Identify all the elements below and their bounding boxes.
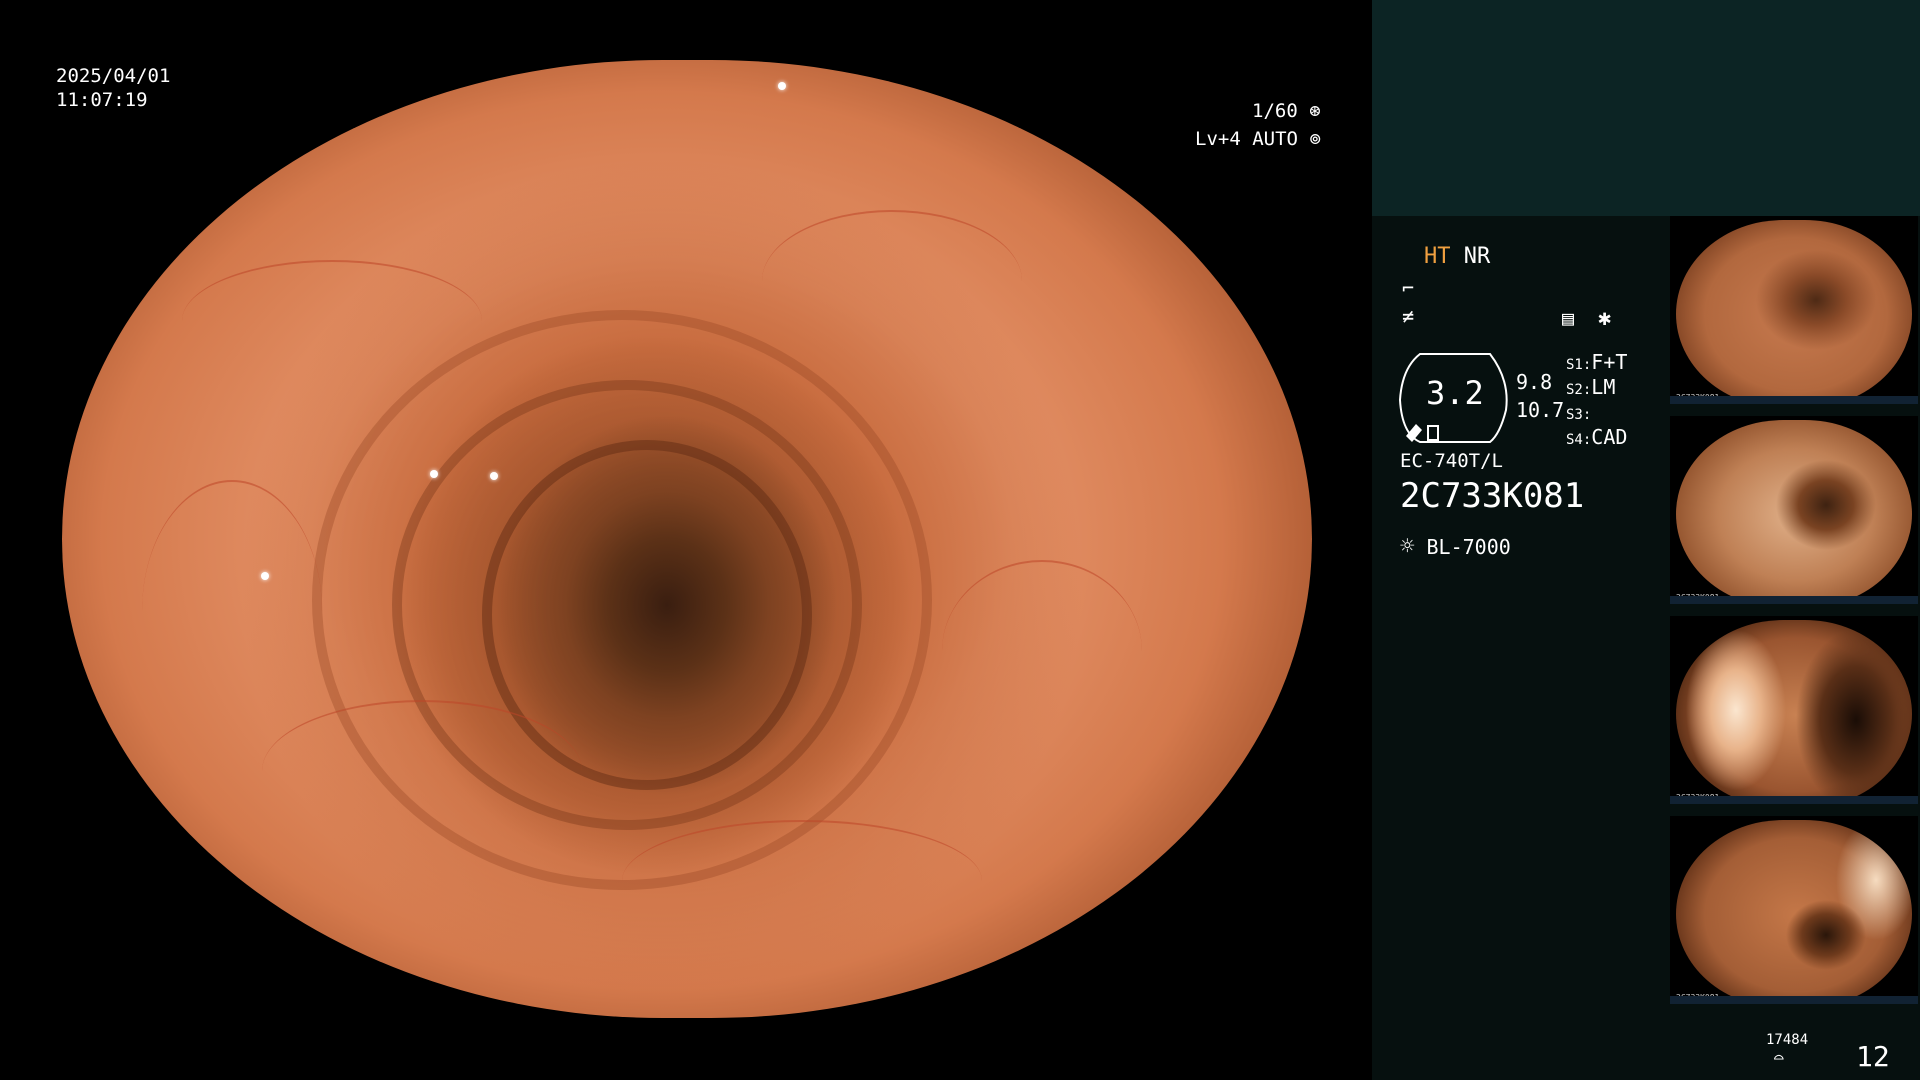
light-reflection [778,82,786,90]
switch-key: S2: [1566,382,1592,398]
light-reflection [490,472,498,480]
thumbnail-image [1676,620,1912,804]
value-2: 10.7 [1516,398,1565,422]
thumbnail-4[interactable]: 2C733K081 [1670,816,1918,1004]
light-reflection [430,470,438,478]
scope-serial: 2C733K081 [1400,476,1585,516]
shutter-value: 1/60 [1252,100,1298,122]
mode-value: AUTO [1252,128,1298,150]
storage-count: 17484 [1766,1032,1809,1048]
dial-value: 3.2 [1426,374,1484,412]
endoscopic-image [62,60,1312,1018]
thumbnail-3[interactable]: 2C733K081 [1670,616,1918,804]
thumbnail-image [1676,820,1912,1004]
light-reflection [261,572,269,580]
date-label: 2025/04/01 [56,65,171,87]
thumbnail-2[interactable]: 2C733K081 [1670,416,1918,604]
light-source: ☼ BL-7000 [1400,532,1511,560]
scope-model: EC-740T/L [1400,450,1503,472]
switch-value: LM [1591,375,1616,399]
value-1: 9.8 [1516,370,1553,394]
shutter-label: 1/60 ⊛ [1252,99,1321,123]
side-panel-header [1372,0,1920,216]
iris-icon: ⊚ [1309,128,1321,150]
switch-key: S3: [1566,407,1592,423]
nr-label: NR [1463,244,1491,269]
switch-s2: S2:LM [1566,375,1627,400]
frame-count: 12 [1856,1040,1890,1073]
ht-label: HT [1424,244,1451,269]
thumbnail-footer [1670,996,1918,1004]
switch-list: S1:F+T S2:LM S3: S4:CAD [1566,350,1627,450]
thumbnail-footer [1670,796,1918,804]
thumbnail-image [1676,420,1912,604]
thumbnail-1[interactable]: 2C733K081 [1670,216,1918,404]
vessel [182,260,482,382]
thumbnail-footer [1670,396,1918,404]
structure-icon: ⌐ [1402,276,1415,300]
thumbnail-footer [1670,596,1918,604]
side-panel: HT NR ⌐ ≠ ▤ ✱ 3.2 9.8 10.7 S1:F+T S2:LM … [1372,0,1920,1080]
vessel [622,820,982,942]
level-value: Lv+4 [1195,128,1241,150]
asterisk-icon: ✱ [1598,306,1612,331]
capture-thumbnails: 2C733K081 2C733K081 2C733K081 2C733K081 [1670,216,1920,1016]
switch-s1: S1:F+T [1566,350,1627,375]
vessel [942,560,1142,742]
endoscope-view: 2025/04/01 11:07:19 1/60 ⊛ Lv+4 AUTO ⊚ [0,0,1372,1080]
vessel [762,210,1022,352]
light-source-model: BL-7000 [1426,535,1511,559]
lamp-icon: ☼ [1400,532,1415,560]
switch-key: S1: [1566,357,1592,373]
storage-icon: ⌓ [1774,1048,1784,1067]
contrast-icon: ≠ [1402,304,1415,328]
enhancement-status: HT NR [1424,244,1490,269]
shutter-icon: ⊛ [1309,100,1321,122]
vessel [142,480,322,742]
thumbnail-image [1676,220,1912,404]
menu-icon: ▤ [1562,306,1575,330]
switch-s3: S3: [1566,400,1627,425]
switch-value: CAD [1591,425,1628,449]
time-label: 11:07:19 [56,89,148,111]
switch-key: S4: [1566,432,1592,448]
vessel [262,700,582,842]
exposure-label: Lv+4 AUTO ⊚ [1195,127,1321,151]
switch-s4: S4:CAD [1566,425,1627,450]
switch-value: F+T [1591,350,1628,374]
